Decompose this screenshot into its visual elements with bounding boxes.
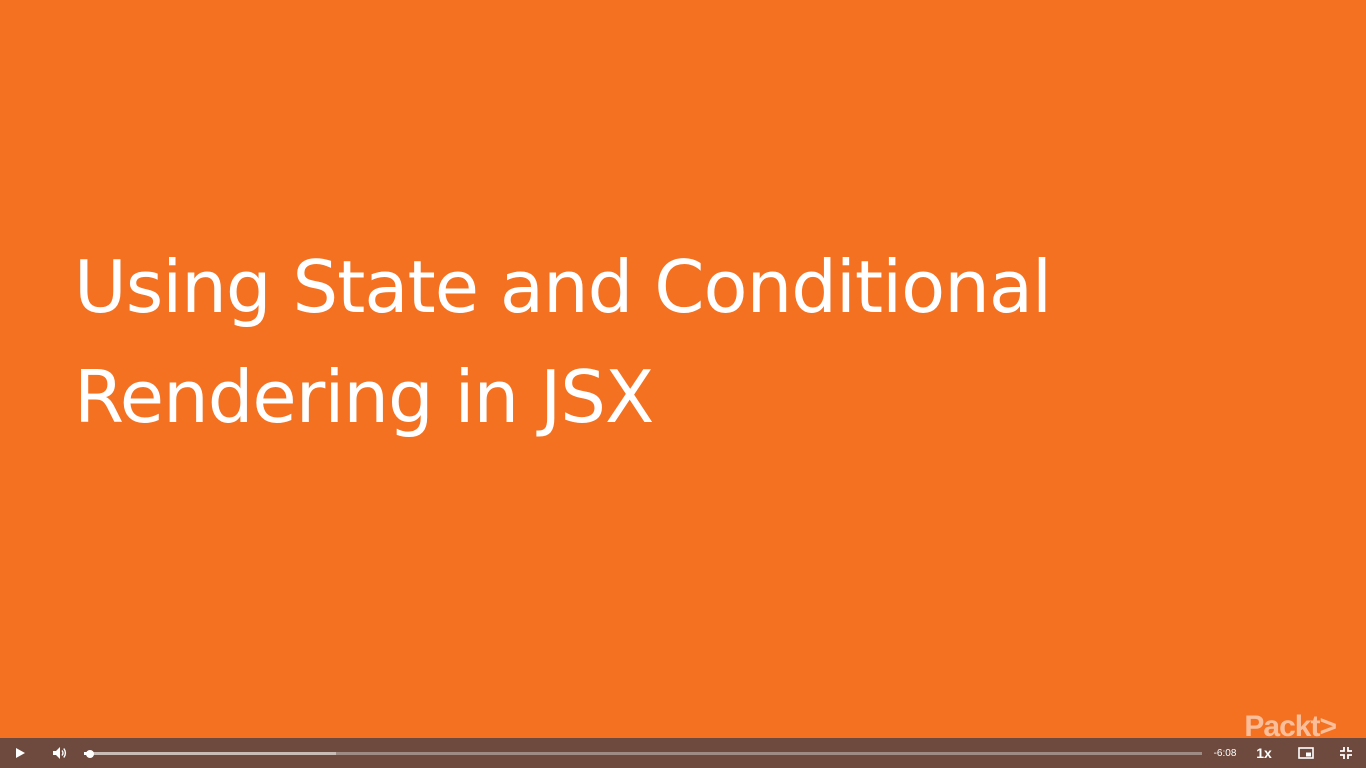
progress-handle[interactable]: [85, 749, 94, 758]
video-control-bar: -6:08 1x: [0, 738, 1366, 768]
slide-title-line-1: Using State and Conditional: [74, 245, 1052, 329]
video-frame[interactable]: Using State and Conditional Rendering in…: [0, 0, 1366, 743]
slide-title: Using State and Conditional Rendering in…: [74, 232, 1274, 452]
progress-buffered: [84, 752, 336, 755]
play-icon: [16, 748, 25, 758]
picture-in-picture-button[interactable]: [1286, 738, 1326, 768]
progress-bar[interactable]: [84, 738, 1202, 768]
exit-fullscreen-icon: [1340, 747, 1352, 759]
play-button[interactable]: [0, 738, 40, 768]
exit-fullscreen-button[interactable]: [1326, 738, 1366, 768]
time-remaining: -6:08: [1213, 747, 1237, 759]
volume-button[interactable]: [40, 738, 80, 768]
progress-track: [84, 749, 1202, 758]
picture-in-picture-icon: [1298, 747, 1314, 759]
playback-speed-button[interactable]: 1x: [1242, 738, 1286, 768]
slide-title-line-2: Rendering in JSX: [74, 355, 654, 439]
volume-icon: [53, 747, 67, 759]
